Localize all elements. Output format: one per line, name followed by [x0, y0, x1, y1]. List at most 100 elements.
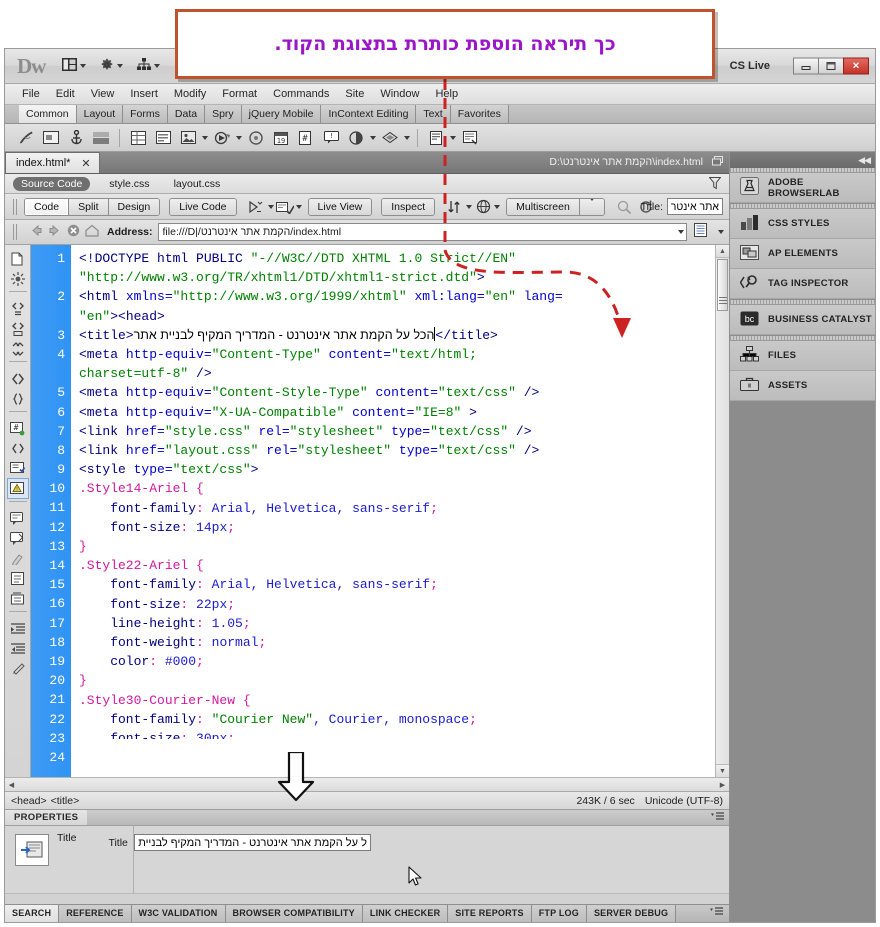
code-line[interactable]: .Style22-Ariel {	[79, 556, 729, 575]
extend-dreamweaver-button[interactable]	[95, 56, 128, 77]
remove-comment-icon[interactable]: !	[8, 479, 28, 498]
email-link-icon[interactable]	[40, 127, 62, 149]
code-line[interactable]: charset=utf-8" />	[79, 364, 729, 383]
code-line[interactable]: }	[79, 671, 729, 690]
chevron-down-icon[interactable]	[678, 230, 684, 234]
script-icon[interactable]	[379, 127, 401, 149]
code-line[interactable]: <!DOCTYPE html PUBLIC "-//W3C//DTD XHTML…	[79, 249, 729, 268]
scroll-left-button[interactable]: ◀	[5, 778, 18, 791]
expand-all-icon[interactable]	[8, 339, 28, 358]
named-anchor-icon[interactable]	[65, 127, 87, 149]
menu-item-commands[interactable]: Commands	[265, 86, 337, 102]
panel-menu-icon[interactable]	[704, 905, 729, 922]
tag-selector-title[interactable]: <title>	[51, 795, 80, 807]
page-title-input[interactable]	[667, 198, 723, 215]
live-code-button[interactable]: Live Code	[170, 199, 235, 215]
chevron-down-icon[interactable]	[236, 136, 242, 140]
cs-live-label[interactable]: CS Live	[730, 60, 770, 72]
insert-tab-jquery-mobile[interactable]: jQuery Mobile	[242, 105, 322, 123]
results-tab-site-reports[interactable]: SITE REPORTS	[448, 905, 531, 922]
home-icon[interactable]	[85, 224, 99, 240]
insert-tab-text[interactable]: Text	[416, 105, 450, 123]
results-tab-link-checker[interactable]: LINK CHECKER	[363, 905, 448, 922]
menu-item-format[interactable]: Format	[214, 86, 265, 102]
code-line[interactable]: <meta http-equiv="Content-Style-Type" co…	[79, 383, 729, 402]
related-file-source-code[interactable]: Source Code	[13, 177, 90, 191]
dock-item-assets[interactable]: ASSETS	[730, 371, 875, 401]
menu-item-edit[interactable]: Edit	[48, 86, 83, 102]
code-line[interactable]: font-size: 14px;	[79, 518, 729, 537]
forward-icon[interactable]	[48, 224, 62, 240]
related-file-layout-css[interactable]: layout.css	[169, 177, 226, 191]
dock-item-files[interactable]: FILES	[730, 341, 875, 371]
head-icon[interactable]	[345, 127, 367, 149]
show-code-navigator-icon[interactable]	[8, 269, 28, 288]
code-line[interactable]: <title>הכל על הקמת אתר אינטרנט - המדריך …	[79, 326, 729, 345]
design-view-button[interactable]: Design	[109, 199, 160, 215]
code-line[interactable]: <style type="text/css">	[79, 460, 729, 479]
code-line[interactable]: line-height: 1.05;	[79, 614, 729, 633]
chevron-down-icon[interactable]	[494, 205, 500, 209]
scroll-up-button[interactable]: ▲	[716, 245, 729, 258]
menu-item-window[interactable]: Window	[372, 86, 427, 102]
move-css-rules-icon[interactable]	[8, 549, 28, 568]
multiscreen-dropdown[interactable]	[580, 199, 604, 215]
insert-div-icon[interactable]	[152, 127, 174, 149]
apply-comment-icon[interactable]	[8, 459, 28, 478]
split-view-button[interactable]: Split	[69, 199, 108, 215]
insert-tab-forms[interactable]: Forms	[123, 105, 168, 123]
code-line[interactable]: .Style14-Ariel {	[79, 479, 729, 498]
insert-tab-layout[interactable]: Layout	[77, 105, 124, 123]
chevron-down-icon[interactable]	[370, 136, 376, 140]
dock-item-tag-inspector[interactable]: TAG INSPECTOR	[730, 269, 875, 299]
menu-item-site[interactable]: Site	[337, 86, 372, 102]
workspace-layout-button[interactable]	[57, 56, 91, 76]
insert-tab-incontext-editing[interactable]: InContext Editing	[321, 105, 416, 123]
browser-navigation-icon[interactable]	[445, 197, 465, 217]
code-line[interactable]: <html xmlns="http://www.w3.org/1999/xhtm…	[79, 287, 729, 306]
code-line[interactable]: font-family: Arial, Helvetica, sans-seri…	[79, 499, 729, 518]
menu-item-file[interactable]: File	[14, 86, 48, 102]
insert-tab-spry[interactable]: Spry	[205, 105, 242, 123]
code-line[interactable]: font-weight: normal;	[79, 633, 729, 652]
chevron-down-icon[interactable]	[296, 205, 302, 209]
toolbar-grip[interactable]	[13, 199, 18, 215]
tag-chooser-icon[interactable]	[459, 127, 481, 149]
results-tab-browser-compatibility[interactable]: BROWSER COMPATIBILITY	[226, 905, 363, 922]
image-icon[interactable]	[177, 127, 199, 149]
check-browser-icon[interactable]	[615, 197, 635, 217]
results-tab-ftp-log[interactable]: FTP LOG	[532, 905, 587, 922]
menu-item-view[interactable]: View	[83, 86, 123, 102]
results-tab-reference[interactable]: REFERENCE	[59, 905, 131, 922]
tag-selector-head[interactable]: <head>	[11, 795, 47, 807]
toolbar-grip[interactable]	[13, 224, 18, 240]
live-view-button[interactable]: Live View	[309, 199, 372, 215]
collapse-full-tag-icon[interactable]	[8, 299, 28, 318]
dock-item-css-styles[interactable]: CSS STYLES	[730, 209, 875, 239]
indent-code-icon[interactable]	[8, 569, 28, 588]
chevron-down-icon[interactable]	[202, 136, 208, 140]
chevron-down-icon[interactable]	[450, 136, 456, 140]
code-line[interactable]: font-size: 22px;	[79, 595, 729, 614]
insert-tab-favorites[interactable]: Favorites	[451, 105, 509, 123]
code-line[interactable]: <link href="style.css" rel="stylesheet" …	[79, 422, 729, 441]
restore-icon[interactable]	[712, 156, 723, 169]
select-parent-tag-icon[interactable]	[8, 369, 28, 388]
media-icon[interactable]	[211, 127, 233, 149]
inspect-button[interactable]: Inspect	[382, 199, 434, 215]
collapse-to-icons-icon[interactable]: ◀◀	[858, 155, 870, 166]
code-line[interactable]: "en"><head>	[79, 307, 729, 326]
related-file-style-css[interactable]: style.css	[104, 177, 154, 191]
minimize-button[interactable]	[793, 58, 819, 75]
close-icon[interactable]: ✕	[81, 157, 90, 170]
code-line[interactable]: color: #000;	[79, 652, 729, 671]
stop-icon[interactable]	[67, 224, 80, 240]
open-documents-icon[interactable]	[8, 249, 28, 268]
collapse-outside-selection-icon[interactable]	[8, 319, 28, 338]
comment-icon[interactable]: !	[320, 127, 342, 149]
menu-item-modify[interactable]: Modify	[166, 86, 214, 102]
code-view-button[interactable]: Code	[25, 199, 69, 215]
code-line[interactable]: }	[79, 537, 729, 556]
title-input[interactable]	[134, 834, 371, 851]
code-line[interactable]: font-family: Arial, Helvetica, sans-seri…	[79, 575, 729, 594]
